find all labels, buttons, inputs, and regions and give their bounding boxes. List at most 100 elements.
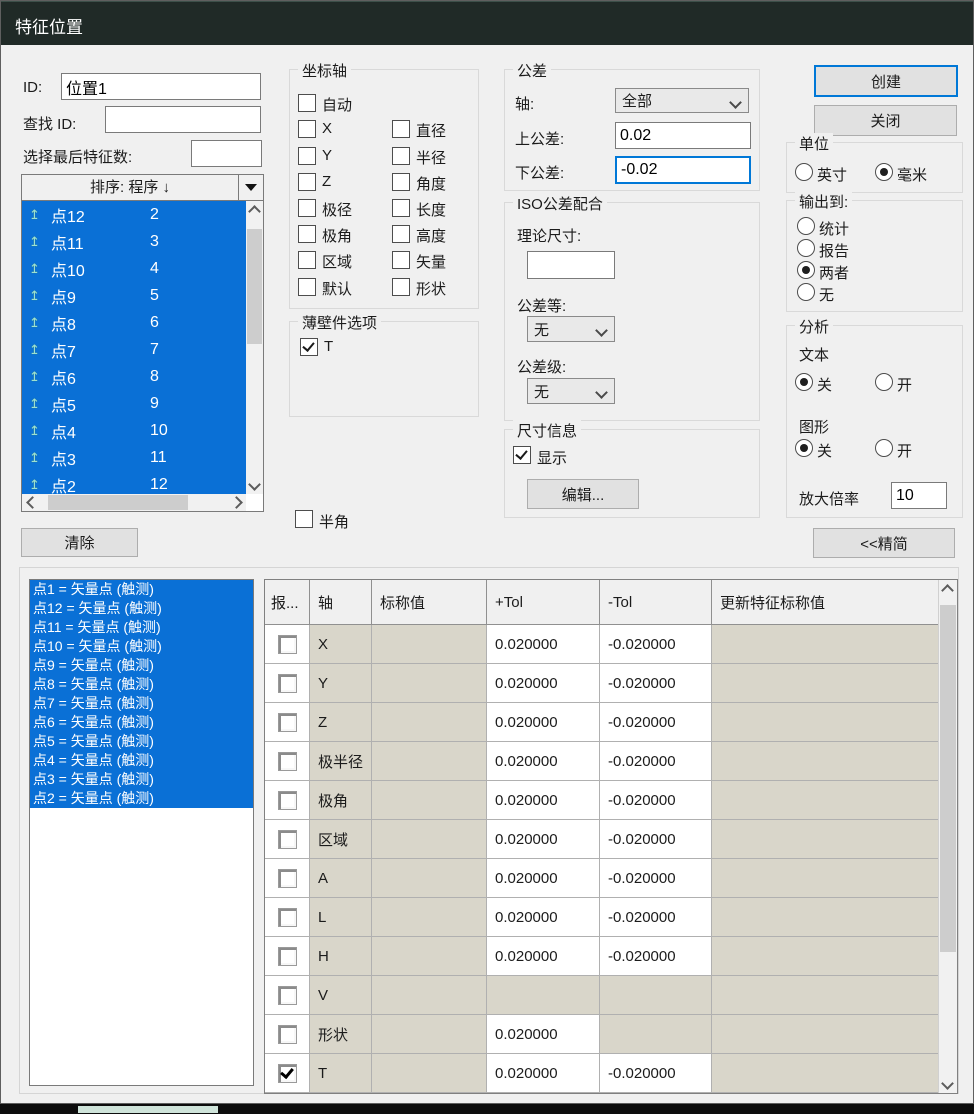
edit-button[interactable]: 编辑... [527, 479, 639, 509]
id-input[interactable] [61, 73, 261, 100]
selected-feature-item[interactable]: 点2 = 矢量点 (触测) [30, 789, 253, 808]
find-id-input[interactable] [105, 106, 261, 133]
radio-graph-on[interactable] [875, 439, 893, 457]
report-checkbox[interactable] [278, 947, 297, 966]
checkbox-t[interactable] [300, 338, 318, 356]
report-checkbox[interactable] [278, 1064, 297, 1083]
plus-tol-cell[interactable]: 0.020000 [487, 703, 600, 741]
nominal-size-input[interactable] [527, 251, 615, 279]
checkbox-x[interactable] [298, 120, 316, 138]
minus-tol-cell[interactable]: -0.020000 [600, 781, 712, 819]
selected-feature-item[interactable]: 点3 = 矢量点 (触测) [30, 770, 253, 789]
feature-list-item[interactable]: ↥点113 [22, 228, 246, 255]
last-count-input[interactable] [191, 140, 262, 167]
simplify-button[interactable]: <<精简 [813, 528, 955, 558]
scroll-up-button[interactable] [246, 201, 263, 218]
selected-feature-item[interactable]: 点10 = 矢量点 (触测) [30, 637, 253, 656]
minus-tol-cell[interactable]: -0.020000 [600, 937, 712, 975]
selected-feature-item[interactable]: 点7 = 矢量点 (触测) [30, 694, 253, 713]
title-bar[interactable]: 特征位置 [1, 1, 973, 45]
report-checkbox[interactable] [278, 1025, 297, 1044]
checkbox-zone[interactable] [298, 251, 316, 269]
report-checkbox[interactable] [278, 908, 297, 927]
close-button[interactable]: 关闭 [814, 105, 957, 136]
feature-list-vscrollbar[interactable] [246, 201, 263, 494]
selected-feature-item[interactable]: 点8 = 矢量点 (触测) [30, 675, 253, 694]
report-checkbox[interactable] [278, 635, 297, 654]
feature-list-item[interactable]: ↥点212 [22, 471, 246, 494]
table-scroll-up-button[interactable] [939, 580, 956, 597]
report-checkbox[interactable] [278, 869, 297, 888]
tol-class-select[interactable]: 无 [527, 378, 615, 404]
report-checkbox[interactable] [278, 791, 297, 810]
feature-list-item[interactable]: ↥点77 [22, 336, 246, 363]
report-checkbox[interactable] [278, 830, 297, 849]
plus-tol-cell[interactable]: 0.020000 [487, 937, 600, 975]
feature-list-item[interactable]: ↥点104 [22, 255, 246, 282]
hscroll-thumb[interactable] [48, 495, 188, 510]
checkbox-polar-radius[interactable] [298, 199, 316, 217]
selected-feature-item[interactable]: 点5 = 矢量点 (触测) [30, 732, 253, 751]
plus-tol-cell[interactable]: 0.020000 [487, 820, 600, 858]
checkbox-half-angle[interactable] [295, 510, 313, 528]
radio-stats[interactable] [797, 217, 815, 235]
checkbox-length[interactable] [392, 199, 410, 217]
sort-dropdown-button[interactable] [238, 175, 263, 200]
checkbox-polar-angle[interactable] [298, 225, 316, 243]
report-checkbox[interactable] [278, 752, 297, 771]
plus-tol-cell[interactable]: 0.020000 [487, 1015, 600, 1053]
checkbox-y[interactable] [298, 147, 316, 165]
checkbox-vector[interactable] [392, 251, 410, 269]
feature-list-item[interactable]: ↥点68 [22, 363, 246, 390]
clear-button[interactable]: 清除 [21, 528, 138, 557]
plus-tol-cell[interactable]: 0.020000 [487, 859, 600, 897]
selected-feature-item[interactable]: 点12 = 矢量点 (触测) [30, 599, 253, 618]
selected-features-listbox[interactable]: 点1 = 矢量点 (触测)点12 = 矢量点 (触测)点11 = 矢量点 (触测… [29, 579, 254, 1086]
radio-inch[interactable] [795, 163, 813, 181]
minus-tol-cell[interactable]: -0.020000 [600, 625, 712, 663]
selected-feature-item[interactable]: 点4 = 矢量点 (触测) [30, 751, 253, 770]
table-vscrollbar[interactable] [938, 580, 957, 1093]
selected-feature-item[interactable]: 点11 = 矢量点 (触测) [30, 618, 253, 637]
radio-both[interactable] [797, 261, 815, 279]
radio-text-on[interactable] [875, 373, 893, 391]
radio-mm[interactable] [875, 163, 893, 181]
scroll-down-button[interactable] [246, 477, 263, 494]
feature-list-item[interactable]: ↥点86 [22, 309, 246, 336]
selected-feature-item[interactable]: 点9 = 矢量点 (触测) [30, 656, 253, 675]
plus-tol-cell[interactable]: 0.020000 [487, 664, 600, 702]
minus-tol-cell[interactable]: -0.020000 [600, 859, 712, 897]
plus-tol-cell[interactable]: 0.020000 [487, 742, 600, 780]
selected-feature-item[interactable]: 点6 = 矢量点 (触测) [30, 713, 253, 732]
sort-header[interactable]: 排序: 程序 ↓ [21, 174, 264, 201]
radio-none[interactable] [797, 283, 815, 301]
report-checkbox[interactable] [278, 713, 297, 732]
checkbox-show[interactable] [513, 446, 531, 464]
radio-graph-off[interactable] [795, 439, 813, 457]
minus-tol-cell[interactable]: -0.020000 [600, 1054, 712, 1092]
minus-tol-cell[interactable]: -0.020000 [600, 820, 712, 858]
minus-tol-cell[interactable]: -0.020000 [600, 664, 712, 702]
minus-tol-cell[interactable]: -0.020000 [600, 703, 712, 741]
tol-grade-select[interactable]: 无 [527, 316, 615, 342]
checkbox-default[interactable] [298, 278, 316, 296]
feature-list-item[interactable]: ↥点95 [22, 282, 246, 309]
checkbox-radius[interactable] [392, 147, 410, 165]
plus-tol-cell[interactable]: 0.020000 [487, 625, 600, 663]
axis-select[interactable]: 全部 [615, 88, 749, 113]
radio-report[interactable] [797, 239, 815, 257]
feature-list-item[interactable]: ↥点311 [22, 444, 246, 471]
lower-tol-input[interactable] [615, 156, 751, 184]
report-checkbox[interactable] [278, 674, 297, 693]
table-scroll-down-button[interactable] [939, 1076, 956, 1093]
feature-list-hscrollbar[interactable] [22, 494, 246, 511]
plus-tol-cell[interactable]: 0.020000 [487, 1054, 600, 1092]
selected-feature-item[interactable]: 点1 = 矢量点 (触测) [30, 580, 253, 599]
scroll-left-button[interactable] [22, 494, 39, 511]
checkbox-form[interactable] [392, 278, 410, 296]
checkbox-height[interactable] [392, 225, 410, 243]
magnify-input[interactable] [891, 482, 947, 509]
feature-list-item[interactable]: ↥点122 [22, 201, 246, 228]
checkbox-angle[interactable] [392, 173, 410, 191]
feature-listbox[interactable]: ↥点122↥点113↥点104↥点95↥点86↥点77↥点68↥点59↥点410… [21, 200, 264, 512]
